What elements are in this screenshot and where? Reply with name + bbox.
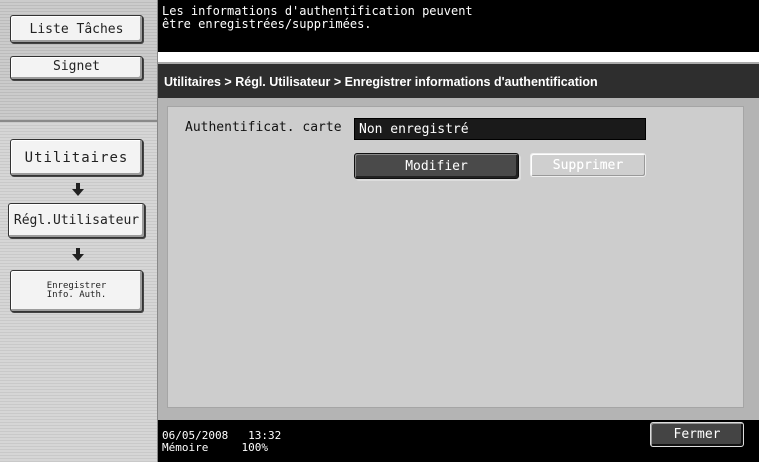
status-bar: 06/05/2008 13:32 Mémoire 100% Fermer (158, 420, 759, 462)
left-sidebar: Liste Tâches Signet Utilitaires Régl.Uti… (0, 0, 158, 462)
content-area: Authentificat. carte Non enregistré Modi… (167, 106, 744, 408)
memory-value: 100% (241, 441, 268, 454)
nav-register-line2: Info. Auth. (46, 290, 107, 300)
delete-button[interactable]: Supprimer (530, 153, 646, 177)
nav-utilities-button[interactable]: Utilitaires (10, 139, 143, 176)
memory-label: Mémoire (162, 441, 209, 454)
close-button[interactable]: Fermer (650, 422, 744, 447)
down-arrow-icon (72, 183, 84, 196)
breadcrumb-text: Utilitaires > Régl. Utilisateur > Enregi… (164, 75, 598, 89)
main-panel: Utilitaires > Régl. Utilisateur > Enregi… (158, 62, 759, 420)
bookmark-button[interactable]: Signet (10, 56, 143, 80)
card-auth-value: Non enregistré (354, 118, 646, 140)
card-auth-label: Authentificat. carte (185, 120, 342, 135)
down-arrow-icon (72, 248, 84, 261)
modify-button[interactable]: Modifier (354, 153, 519, 179)
message-bar: Les informations d'authentification peuv… (158, 0, 759, 52)
nav-user-settings-button[interactable]: Régl.Utilisateur (8, 203, 145, 238)
nav-register-auth-info-button[interactable]: Enregistrer Info. Auth. (10, 270, 143, 312)
status-text: 06/05/2008 13:32 Mémoire 100% (162, 430, 281, 454)
job-list-button[interactable]: Liste Tâches (10, 15, 143, 43)
message-line-2: être enregistrées/supprimées. (162, 17, 372, 31)
breadcrumb: Utilitaires > Régl. Utilisateur > Enregi… (158, 62, 759, 98)
